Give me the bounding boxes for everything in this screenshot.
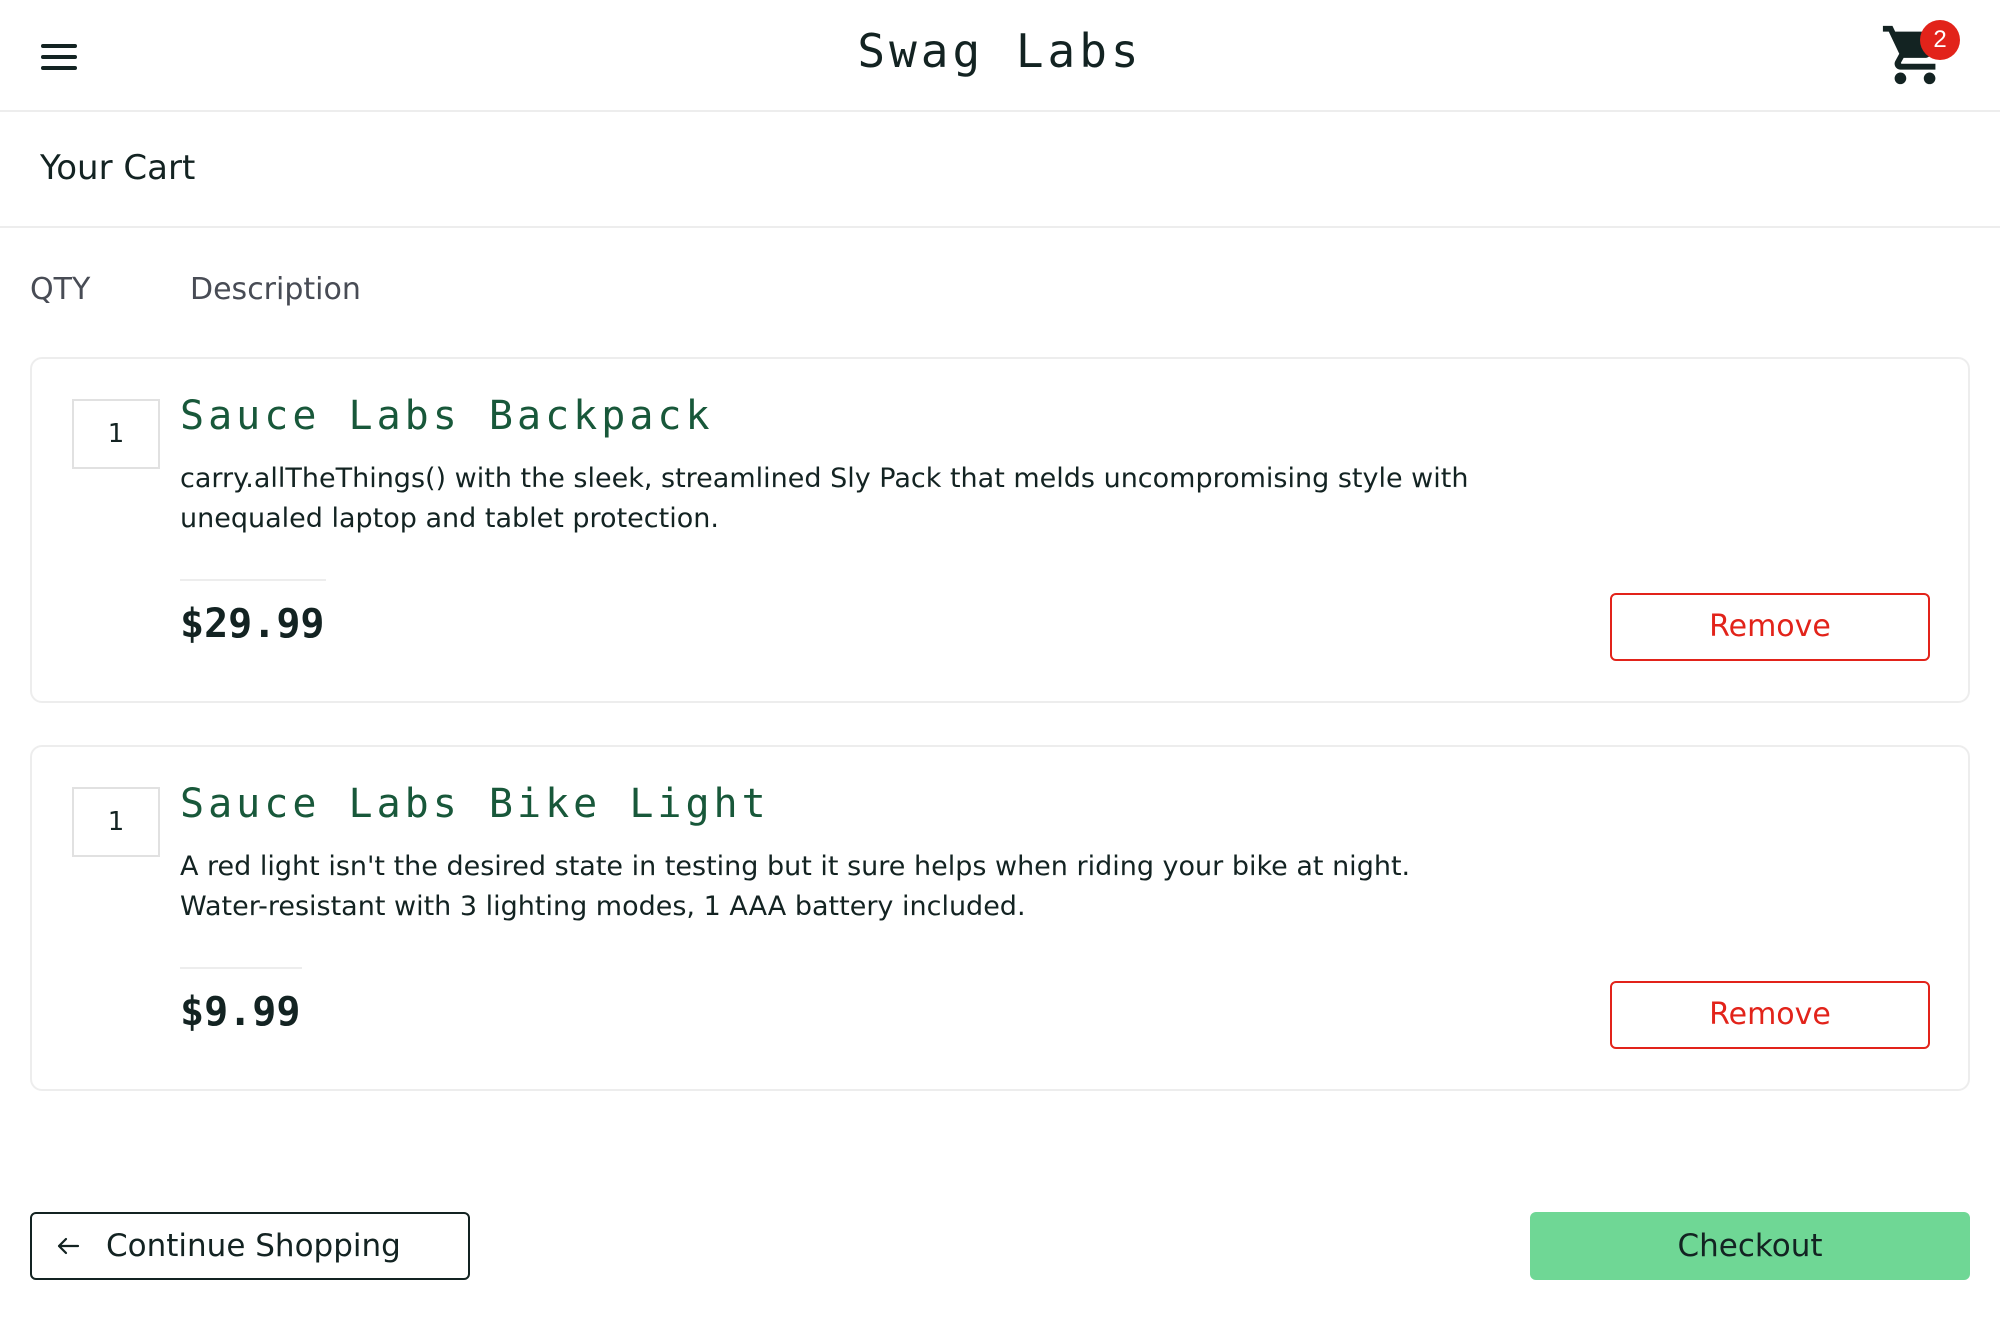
item-name-link[interactable]: Sauce Labs Backpack [180,393,714,439]
checkout-button[interactable]: Checkout [1530,1212,1970,1280]
cart-badge: 2 [1920,20,1960,60]
description-column-label: Description [190,272,361,307]
secondary-header: Your Cart [0,112,2000,228]
continue-shopping-button[interactable]: Continue Shopping [30,1212,470,1280]
item-quantity: 1 [72,787,160,857]
item-description: carry.allTheThings() with the sleek, str… [180,463,1469,534]
item-quantity: 1 [72,399,160,469]
arrow-left-icon [57,1237,80,1255]
price-divider [180,967,302,969]
primary-header: Swag Labs 2 [0,0,2000,112]
remove-button[interactable]: Remove [1610,981,1930,1049]
page-title: Your Cart [40,148,196,188]
cart-item: 1 Sauce Labs Backpack carry.allTheThings… [30,357,1970,703]
item-price: $29.99 [180,601,325,647]
item-name-link[interactable]: Sauce Labs Bike Light [180,781,770,827]
app-logo-title: Swag Labs [857,24,1143,78]
item-description: A red light isn't the desired state in t… [180,851,1411,922]
remove-button[interactable]: Remove [1610,593,1930,661]
item-price: $9.99 [180,989,301,1035]
cart-item: 1 Sauce Labs Bike Light A red light isn'… [30,745,1970,1091]
price-divider [180,579,326,581]
continue-shopping-label: Continue Shopping [106,1228,401,1264]
qty-column-label: QTY [30,272,91,307]
